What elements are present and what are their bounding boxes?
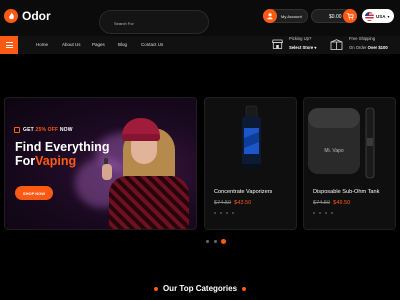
hero-title-line1: Find Everything bbox=[15, 140, 110, 154]
cart-icon bbox=[343, 9, 357, 23]
model-hand bbox=[102, 164, 112, 180]
product-prices: $74.50 $49.50 bbox=[313, 200, 350, 206]
sale-price: $49.50 bbox=[333, 200, 351, 206]
product-image bbox=[242, 105, 261, 168]
section-heading: Our Top Categories bbox=[0, 284, 400, 293]
hero-banner: GET 25% OFF NOW Find Everything ForVapin… bbox=[4, 97, 197, 230]
old-price: $74.50 bbox=[214, 200, 232, 206]
slider-pagination bbox=[206, 240, 225, 243]
promo-suffix: NOW bbox=[59, 127, 73, 133]
store-icon bbox=[272, 39, 283, 49]
shipping-amount: Over $100 bbox=[367, 45, 388, 50]
pickup-title: Picking Up? bbox=[289, 36, 312, 41]
slider-dot[interactable] bbox=[222, 240, 225, 243]
shipping-subtitle: On Order Over $100 bbox=[349, 45, 388, 50]
product-name[interactable]: Disposable Sub-Ohm Tank bbox=[313, 189, 379, 195]
slider-dot[interactable] bbox=[214, 240, 217, 243]
hero-promo: GET 25% OFF NOW bbox=[14, 127, 73, 133]
hamburger-icon[interactable] bbox=[0, 36, 18, 54]
shop-now-label: SHOP NOW bbox=[22, 190, 46, 196]
cart-button[interactable]: $0.00 bbox=[311, 9, 357, 23]
heading-dot-icon bbox=[153, 286, 158, 291]
language-label: USA bbox=[376, 13, 386, 19]
us-flag-icon bbox=[365, 11, 374, 21]
promo-text: GET 25% OFF NOW bbox=[23, 127, 73, 133]
card-dots bbox=[313, 212, 333, 214]
promo-prefix: GET bbox=[23, 127, 34, 133]
chevron-down-icon: ▾ bbox=[314, 45, 317, 50]
search-bar[interactable] bbox=[99, 10, 209, 34]
model-shirt bbox=[109, 176, 189, 229]
cart-total: $0.00 bbox=[329, 14, 342, 20]
hero-title-for: For bbox=[15, 154, 36, 168]
old-price: $74.50 bbox=[313, 200, 331, 206]
search-input[interactable] bbox=[114, 17, 204, 29]
user-icon bbox=[263, 9, 277, 23]
logo-text: Odor bbox=[22, 9, 51, 23]
product-image: Mi. Vapo bbox=[308, 107, 375, 179]
card-dots bbox=[214, 212, 234, 214]
logo-icon bbox=[4, 9, 18, 23]
section-title: Our Top Categories bbox=[162, 284, 238, 293]
account-label: My Account bbox=[281, 14, 302, 19]
tag-icon bbox=[14, 127, 20, 133]
top-header: Odor My Account $0.00 USA ▾ bbox=[0, 0, 400, 36]
logo[interactable]: Odor bbox=[4, 9, 51, 23]
product-name[interactable]: Concentrate Vaporizers bbox=[214, 189, 272, 195]
select-store-dropdown[interactable]: Select Store ▾ bbox=[289, 45, 317, 50]
hero-title-vaping: Vaping bbox=[35, 154, 77, 168]
nav-item-pages[interactable]: Pages bbox=[92, 42, 105, 47]
hero-title-line2: ForVaping bbox=[15, 154, 76, 168]
promo-highlight: 25% OFF bbox=[35, 127, 59, 133]
device-label: Mi. Vapo bbox=[324, 148, 344, 154]
shipping-prefix: On Order bbox=[349, 45, 367, 50]
shop-now-button[interactable]: SHOP NOW bbox=[15, 186, 53, 200]
account-button[interactable]: My Account bbox=[263, 9, 308, 23]
shipping-title: Free Shipping bbox=[349, 36, 376, 41]
nav-item-contact-us[interactable]: Contact Us bbox=[141, 42, 163, 47]
nav-item-home[interactable]: Home bbox=[36, 42, 48, 47]
product-card[interactable]: Concentrate Vaporizers $74.50 $43.50 bbox=[204, 97, 297, 230]
nav-item-blog[interactable]: Blog bbox=[118, 42, 127, 47]
language-selector[interactable]: USA ▾ bbox=[362, 9, 394, 23]
heading-dot-icon bbox=[242, 286, 247, 291]
select-store-label: Select Store bbox=[289, 45, 314, 50]
product-card[interactable]: Mi. Vapo Disposable Sub-Ohm Tank $74.50 $… bbox=[303, 97, 396, 230]
shipping-box-icon bbox=[330, 39, 343, 50]
nav-item-about-us[interactable]: About Us bbox=[62, 42, 81, 47]
slider-dot[interactable] bbox=[206, 240, 209, 243]
sale-price: $43.50 bbox=[234, 200, 252, 206]
model-beanie-band bbox=[122, 134, 160, 141]
product-prices: $74.50 $43.50 bbox=[214, 200, 251, 206]
chevron-down-icon: ▾ bbox=[387, 13, 390, 19]
